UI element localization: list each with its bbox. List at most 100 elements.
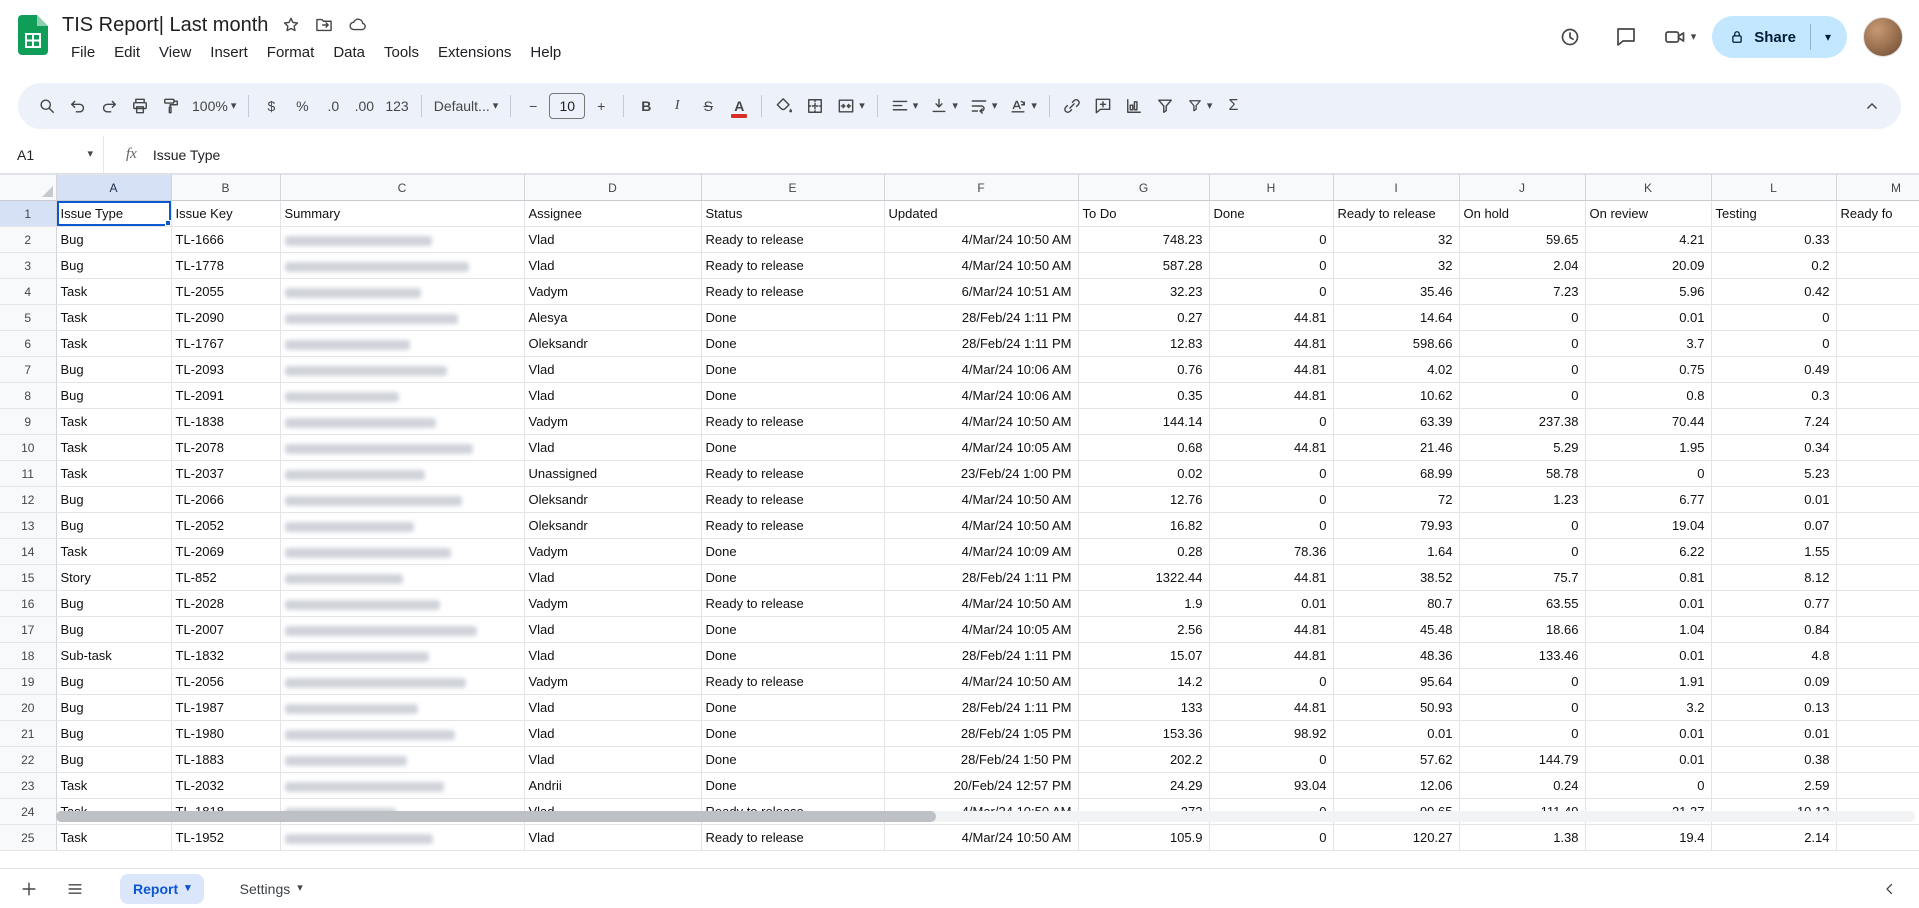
name-box[interactable]: A1 ▾ (0, 136, 104, 173)
cell-A4[interactable]: Task (56, 279, 171, 305)
cell-C13[interactable] (280, 513, 524, 539)
cell-F22[interactable]: 28/Feb/24 1:50 PM (884, 747, 1078, 773)
cell-H20[interactable]: 44.81 (1209, 695, 1333, 721)
account-avatar[interactable] (1863, 17, 1903, 57)
cell-G23[interactable]: 24.29 (1078, 773, 1209, 799)
cell-C10[interactable] (280, 435, 524, 461)
cell-D12[interactable]: Oleksandr (524, 487, 701, 513)
cell-A22[interactable]: Bug (56, 747, 171, 773)
cell-G16[interactable]: 1.9 (1078, 591, 1209, 617)
hide-toolbar-icon[interactable] (1857, 90, 1887, 122)
cell-A18[interactable]: Sub-task (56, 643, 171, 669)
cell-L12[interactable]: 0.01 (1711, 487, 1836, 513)
row-header-7[interactable]: 7 (0, 357, 56, 383)
cell-C16[interactable] (280, 591, 524, 617)
row-header-14[interactable]: 14 (0, 539, 56, 565)
cell-J12[interactable]: 1.23 (1459, 487, 1585, 513)
cell-B17[interactable]: TL-2007 (171, 617, 280, 643)
cell-F25[interactable]: 4/Mar/24 10:50 AM (884, 825, 1078, 851)
all-sheets-button[interactable] (58, 872, 92, 906)
cell-G18[interactable]: 15.07 (1078, 643, 1209, 669)
sheet-tab-report[interactable]: Report ▾ (120, 874, 204, 904)
cell-K20[interactable]: 3.2 (1585, 695, 1711, 721)
cell-D8[interactable]: Vlad (524, 383, 701, 409)
sheet-tab-report-dropdown-icon[interactable]: ▾ (185, 883, 191, 894)
cell-K16[interactable]: 0.01 (1585, 591, 1711, 617)
cell-B5[interactable]: TL-2090 (171, 305, 280, 331)
cell-K2[interactable]: 4.21 (1585, 227, 1711, 253)
cell-K18[interactable]: 0.01 (1585, 643, 1711, 669)
cell-C25[interactable] (280, 825, 524, 851)
cell-G25[interactable]: 105.9 (1078, 825, 1209, 851)
menu-file[interactable]: File (62, 41, 104, 64)
cell-H22[interactable]: 0 (1209, 747, 1333, 773)
cell-G6[interactable]: 12.83 (1078, 331, 1209, 357)
row-header-22[interactable]: 22 (0, 747, 56, 773)
cell-B8[interactable]: TL-2091 (171, 383, 280, 409)
cell-C15[interactable] (280, 565, 524, 591)
select-all-corner[interactable] (0, 175, 56, 201)
menu-tools[interactable]: Tools (375, 41, 428, 64)
paint-format-button[interactable] (156, 90, 186, 122)
cell-G14[interactable]: 0.28 (1078, 539, 1209, 565)
cell-C19[interactable] (280, 669, 524, 695)
move-folder-icon[interactable] (314, 15, 334, 35)
cell-B11[interactable]: TL-2037 (171, 461, 280, 487)
cell-L23[interactable]: 2.59 (1711, 773, 1836, 799)
cell-J13[interactable]: 0 (1459, 513, 1585, 539)
merge-cells-button[interactable]: ▾ (831, 90, 870, 122)
cell-B1[interactable]: Issue Key (171, 201, 280, 227)
cell-D9[interactable]: Vadym (524, 409, 701, 435)
cell-G22[interactable]: 202.2 (1078, 747, 1209, 773)
row-header-18[interactable]: 18 (0, 643, 56, 669)
cell-B23[interactable]: TL-2032 (171, 773, 280, 799)
cell-A2[interactable]: Bug (56, 227, 171, 253)
horizontal-align-button[interactable]: ▾ (885, 90, 924, 122)
cell-E15[interactable]: Done (701, 565, 884, 591)
cell-D19[interactable]: Vadym (524, 669, 701, 695)
cell-H13[interactable]: 0 (1209, 513, 1333, 539)
cell-K1[interactable]: On review (1585, 201, 1711, 227)
cell-I22[interactable]: 57.62 (1333, 747, 1459, 773)
cell-M16[interactable] (1836, 591, 1919, 617)
cell-M22[interactable] (1836, 747, 1919, 773)
cell-E11[interactable]: Ready to release (701, 461, 884, 487)
menu-help[interactable]: Help (521, 41, 570, 64)
cell-F8[interactable]: 4/Mar/24 10:06 AM (884, 383, 1078, 409)
cell-H10[interactable]: 44.81 (1209, 435, 1333, 461)
strikethrough-button[interactable]: S (693, 90, 723, 122)
sheet-tab-settings-dropdown-icon[interactable]: ▾ (297, 883, 303, 894)
cell-B14[interactable]: TL-2069 (171, 539, 280, 565)
cell-F15[interactable]: 28/Feb/24 1:11 PM (884, 565, 1078, 591)
cell-B20[interactable]: TL-1987 (171, 695, 280, 721)
cell-K17[interactable]: 1.04 (1585, 617, 1711, 643)
row-header-11[interactable]: 11 (0, 461, 56, 487)
cell-H3[interactable]: 0 (1209, 253, 1333, 279)
cell-E1[interactable]: Status (701, 201, 884, 227)
cell-E21[interactable]: Done (701, 721, 884, 747)
cell-D11[interactable]: Unassigned (524, 461, 701, 487)
row-header-12[interactable]: 12 (0, 487, 56, 513)
cell-H15[interactable]: 44.81 (1209, 565, 1333, 591)
cell-G15[interactable]: 1322.44 (1078, 565, 1209, 591)
cell-C22[interactable] (280, 747, 524, 773)
cell-G1[interactable]: To Do (1078, 201, 1209, 227)
cell-K23[interactable]: 0 (1585, 773, 1711, 799)
fill-color-button[interactable] (769, 90, 799, 122)
cell-B12[interactable]: TL-2066 (171, 487, 280, 513)
cell-M25[interactable] (1836, 825, 1919, 851)
cell-H12[interactable]: 0 (1209, 487, 1333, 513)
cell-D18[interactable]: Vlad (524, 643, 701, 669)
cell-M5[interactable] (1836, 305, 1919, 331)
cell-H18[interactable]: 44.81 (1209, 643, 1333, 669)
cell-L3[interactable]: 0.2 (1711, 253, 1836, 279)
cell-K19[interactable]: 1.91 (1585, 669, 1711, 695)
cell-E13[interactable]: Ready to release (701, 513, 884, 539)
menu-edit[interactable]: Edit (105, 41, 149, 64)
cell-M7[interactable] (1836, 357, 1919, 383)
cell-A6[interactable]: Task (56, 331, 171, 357)
menu-insert[interactable]: Insert (201, 41, 257, 64)
italic-button[interactable]: I (662, 90, 692, 122)
cell-J25[interactable]: 1.38 (1459, 825, 1585, 851)
row-header-8[interactable]: 8 (0, 383, 56, 409)
